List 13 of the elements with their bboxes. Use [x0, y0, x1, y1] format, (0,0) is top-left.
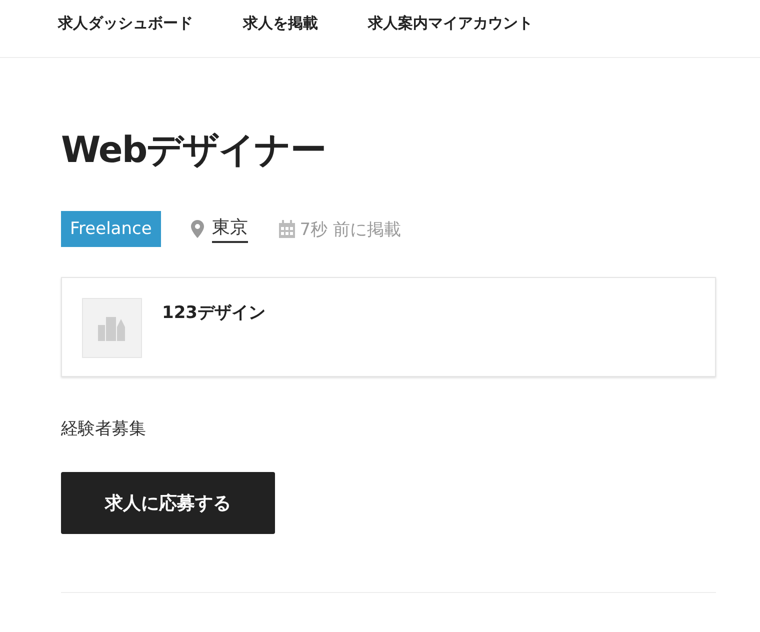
- map-pin-icon: [190, 220, 204, 238]
- buildings-icon: [98, 315, 126, 341]
- nav-link[interactable]: 求人ダッシュボード: [58, 14, 193, 57]
- posted-date: 7秒 前に掲載: [300, 218, 402, 240]
- nav-link[interactable]: 求人案内マイアカウント: [368, 14, 533, 57]
- job-description: 経験者募集: [61, 418, 147, 440]
- company-name: 123デザイン: [162, 302, 266, 325]
- calendar-icon: [278, 220, 296, 238]
- nav-link[interactable]: 求人を掲載: [243, 14, 318, 57]
- location-link[interactable]: 東京: [212, 215, 248, 243]
- job-title: Webデザイナー: [61, 129, 327, 173]
- apply-button[interactable]: 求人に応募する: [61, 472, 275, 534]
- job-type-badge: Freelance: [61, 211, 161, 247]
